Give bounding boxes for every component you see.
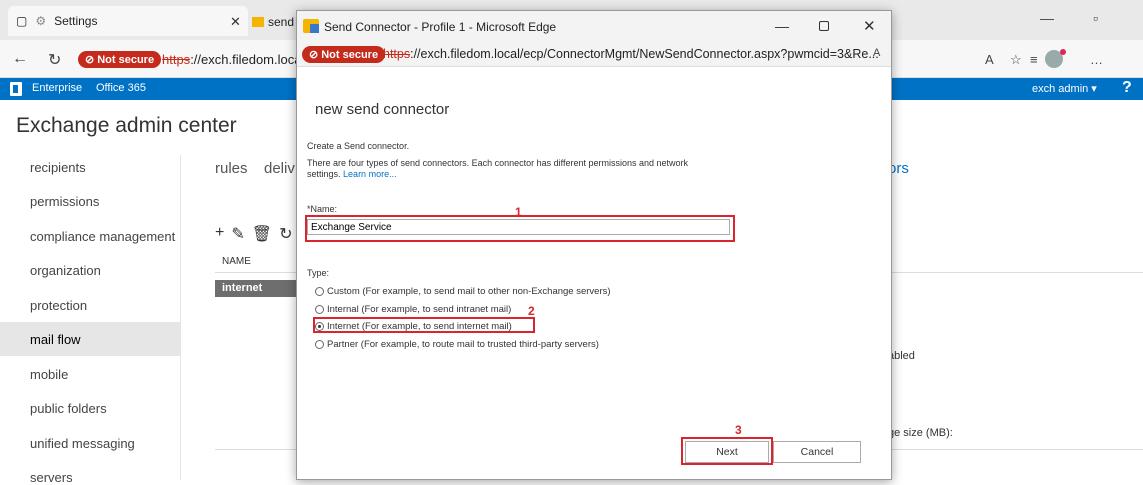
restore-icon[interactable]: ▫ <box>1093 10 1098 26</box>
subnav-rules[interactable]: rules <box>215 160 248 177</box>
office365-link[interactable]: Office 365 <box>96 82 146 94</box>
back-icon[interactable]: ← <box>12 50 28 68</box>
type-option-label: Internal (For example, to send intranet … <box>327 304 512 315</box>
minimize-icon[interactable]: — <box>775 18 789 34</box>
not-secure-label: Not secure <box>97 53 155 66</box>
annotation-box-next <box>681 437 773 465</box>
radio-partner[interactable] <box>315 340 324 349</box>
gear-icon: ⚙ <box>35 14 47 28</box>
not-secure-label: Not secure <box>321 48 379 61</box>
popup-title-bar: Send Connector - Profile 1 - Microsoft E… <box>297 11 891 43</box>
popup-address-bar: ⊘ Not secure https://exch.filedom.local/… <box>297 43 891 67</box>
type-option-partner[interactable]: Partner (For example, to route mail to t… <box>315 339 599 350</box>
dialog-description: There are four types of send connectors.… <box>307 158 717 180</box>
delete-icon[interactable]: 🗑 <box>252 224 272 244</box>
send-connector-popup: Send Connector - Profile 1 - Microsoft E… <box>296 10 892 480</box>
maximize-icon[interactable] <box>819 21 829 31</box>
refresh-list-icon[interactable]: ↻ <box>279 224 292 244</box>
dialog-intro: Create a Send connector. <box>307 141 410 151</box>
annotation-box-internet <box>313 317 535 333</box>
nav-compliance-management[interactable]: compliance management <box>0 219 180 253</box>
nav-mobile[interactable]: mobile <box>0 357 180 391</box>
nav-permissions[interactable]: permissions <box>0 184 180 218</box>
type-option-custom[interactable]: Custom (For example, to send mail to oth… <box>315 286 611 297</box>
popup-title: Send Connector - Profile 1 - Microsoft E… <box>324 20 557 34</box>
url-rest: ://exch.filedom.local/ecp/ConnectorMgmt/… <box>410 47 879 61</box>
office-logo-icon <box>10 82 22 96</box>
tab-send-connector[interactable]: send <box>252 10 302 34</box>
type-option-label: Partner (For example, to route mail to t… <box>327 339 599 350</box>
annotation-box-name <box>305 215 735 242</box>
enterprise-link[interactable]: Enterprise <box>32 82 82 94</box>
exchange-icon <box>252 17 264 27</box>
type-label: Type: <box>307 268 330 278</box>
notification-dot <box>1060 49 1066 55</box>
dialog-heading: new send connector <box>315 101 450 118</box>
more-icon[interactable]: … <box>1090 52 1103 67</box>
cancel-button[interactable]: Cancel <box>773 441 861 463</box>
page-title: Exchange admin center <box>16 114 237 137</box>
nav-divider <box>180 155 181 480</box>
annotation-number: 1 <box>515 205 522 219</box>
type-option-internal[interactable]: Internal (For example, to send intranet … <box>315 304 511 315</box>
minimize-icon[interactable]: — <box>1040 10 1054 26</box>
nav-protection[interactable]: protection <box>0 288 180 322</box>
nav-servers[interactable]: servers <box>0 460 180 485</box>
nav-mail-flow[interactable]: mail flow <box>0 322 180 356</box>
tab-list-icon[interactable]: ▢ <box>16 14 27 28</box>
tab-settings-label: Settings <box>54 14 98 28</box>
popup-url-text[interactable]: https://exch.filedom.local/ecp/Connector… <box>383 47 879 61</box>
warning-icon: ⊘ <box>85 54 95 66</box>
list-toolbar: + ✎ 🗑 ↻ <box>215 224 292 244</box>
refresh-icon[interactable]: ↻ <box>48 50 61 70</box>
nav-recipients[interactable]: recipients <box>0 150 180 184</box>
details-enabled-text: abled <box>888 350 915 362</box>
not-secure-badge[interactable]: ⊘ Not secure <box>302 46 386 63</box>
url-scheme: https <box>162 52 191 67</box>
nav-public-folders[interactable]: public folders <box>0 391 180 425</box>
tab-send-label: send <box>268 15 295 29</box>
url-scheme: https <box>383 47 411 61</box>
details-size-text: ge size (MB): <box>888 427 953 439</box>
add-icon[interactable]: + <box>215 224 224 244</box>
user-menu[interactable]: exch admin ▾ <box>1032 82 1097 95</box>
read-aloud-icon[interactable]: A <box>873 47 880 59</box>
nav-organization[interactable]: organization <box>0 253 180 287</box>
edit-icon[interactable]: ✎ <box>231 224 244 244</box>
annotation-number: 2 <box>528 304 535 318</box>
radio-internal[interactable] <box>315 305 324 314</box>
url-text[interactable]: https://exch.filedom.local/ <box>162 52 308 67</box>
nav-unified-messaging[interactable]: unified messaging <box>0 426 180 460</box>
help-icon[interactable]: ? <box>1122 79 1132 97</box>
exchange-icon <box>303 19 319 33</box>
subnav-delivery[interactable]: deliv <box>264 160 295 177</box>
collections-icon[interactable]: ≡ <box>1030 52 1038 67</box>
type-option-label: Custom (For example, to send mail to oth… <box>327 286 611 297</box>
radio-custom[interactable] <box>315 287 324 296</box>
annotation-number: 3 <box>735 423 742 437</box>
close-tab-icon[interactable]: ✕ <box>230 14 241 30</box>
favorite-icon[interactable]: ☆ <box>1010 52 1022 68</box>
read-aloud-icon[interactable]: A <box>985 52 994 67</box>
close-icon[interactable]: ✕ <box>863 17 876 35</box>
learn-more-link[interactable]: Learn more... <box>343 169 397 179</box>
tab-settings[interactable]: ▢ ⚙ Settings <box>8 6 248 36</box>
warning-icon: ⊘ <box>309 49 319 61</box>
column-header-name[interactable]: NAME <box>222 256 251 267</box>
name-label: *Name: <box>307 204 338 214</box>
not-secure-badge[interactable]: ⊘ Not secure <box>78 51 162 68</box>
url-rest: ://exch.filedom.local/ <box>190 52 308 67</box>
table-row[interactable]: internet <box>215 280 297 297</box>
